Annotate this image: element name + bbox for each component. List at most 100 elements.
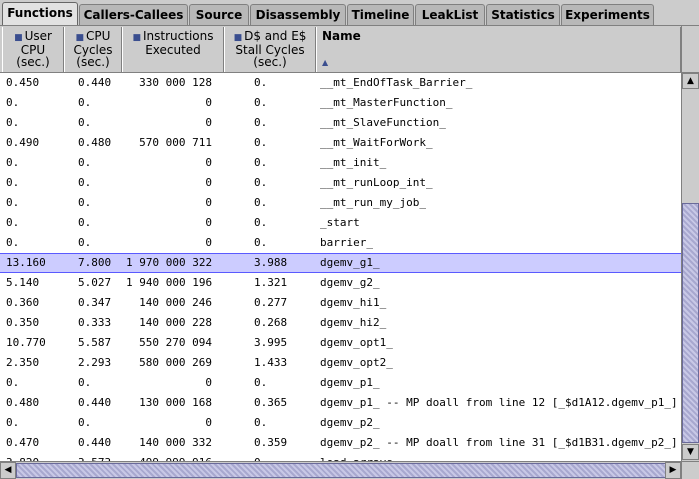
table-row[interactable]: 0. 0. 0 0. __mt_SlaveFunction_	[0, 113, 681, 133]
scroll-down-button[interactable]: ▼	[682, 444, 699, 460]
cell-instructions: 0	[205, 416, 212, 429]
cell-instructions: 140 000 332	[139, 436, 212, 449]
cell-function-name: dgemv_hi1_	[320, 296, 387, 309]
cell-function-name: __mt_MasterFunction_	[320, 96, 453, 109]
table-row[interactable]: 0.450 0.440 330 000 128 0. __mt_EndOfTask_Ba…	[0, 73, 681, 93]
cell-user-cpu: 2.350	[6, 356, 40, 369]
table-row[interactable]: 0.470 0.440 140 000 332 0.359 dgemv_p2_ -- M…	[0, 433, 681, 453]
cell-user-cpu: 0.	[6, 96, 20, 109]
table-row[interactable]: 3.820 3.573499 999 916 0. load_arrays	[0, 453, 681, 461]
tab-leaklist[interactable]: LeakList	[415, 4, 485, 26]
cell-function-name: __mt_runLoop_int_	[320, 176, 433, 189]
cell-stall-cycles: 1.321	[254, 276, 288, 289]
tab-source[interactable]: Source	[189, 4, 249, 26]
cell-stall-cycles: 0.277	[254, 296, 288, 309]
cell-stall-cycles: 0.	[254, 416, 268, 429]
metric-icon: ■	[14, 33, 23, 43]
cell-cpu-cycles: 2.293	[78, 356, 112, 369]
tab-callers-callees[interactable]: Callers-Callees	[79, 4, 188, 26]
table-row[interactable]: 5.140 5.027 1 940 000 196 1.321 dgemv_g2_	[0, 273, 681, 293]
cell-stall-cycles: 0.	[254, 196, 268, 209]
cell-stall-cycles: 0.	[254, 236, 268, 249]
selection-outline	[0, 253, 681, 273]
cell-user-cpu: 0.	[6, 216, 20, 229]
cell-instructions: 140 000 228	[139, 316, 212, 329]
header-stall-cycles[interactable]: ■ D$ and E$ Stall Cycles (sec.)	[224, 27, 316, 72]
cell-cpu-cycles: 0.	[78, 236, 92, 249]
cell-stall-cycles: 0.	[254, 136, 268, 149]
scroll-up-button[interactable]: ▲	[682, 73, 699, 89]
arrow-up-icon: ▲	[687, 76, 694, 86]
cell-instructions: 0	[205, 236, 212, 249]
table-row[interactable]: 0. 0. 0 0. __mt_init_	[0, 153, 681, 173]
table-row[interactable]: 0. 0. 0 0. __mt_runLoop_int_	[0, 173, 681, 193]
table-row[interactable]: 0.350 0.333 140 000 228 0.268 dgemv_hi2_	[0, 313, 681, 333]
tab-statistics[interactable]: Statistics	[486, 4, 560, 26]
cell-instructions: 0	[205, 376, 212, 389]
vertical-scrollbar[interactable]: ▲ ▼	[681, 73, 699, 461]
table-header: ■ User CPU (sec.) ■ CPU Cycles (sec.) ■ Ins…	[0, 26, 681, 73]
header-user-cpu[interactable]: ■ User CPU (sec.)	[2, 27, 64, 72]
cell-user-cpu: 10.770	[6, 336, 46, 349]
cell-function-name: _start	[320, 216, 360, 229]
table-row[interactable]: 0. 0. 0 0. __mt_MasterFunction_	[0, 93, 681, 113]
horizontal-scrollbar[interactable]: ◀ ▶	[0, 461, 681, 479]
cell-function-name: __mt_SlaveFunction_	[320, 116, 446, 129]
cell-cpu-cycles: 0.333	[78, 316, 112, 329]
table-row[interactable]: 0. 0. 0 0. dgemv_p1_	[0, 373, 681, 393]
scroll-left-button[interactable]: ◀	[0, 462, 16, 479]
header-instructions[interactable]: ■ Instructions Executed	[122, 27, 224, 72]
arrow-down-icon: ▼	[687, 447, 694, 457]
cell-user-cpu: 0.	[6, 176, 20, 189]
cell-stall-cycles: 0.268	[254, 316, 288, 329]
cell-instructions: 0	[205, 116, 212, 129]
header-name[interactable]: Name ▲	[316, 27, 681, 72]
cell-cpu-cycles: 0.	[78, 416, 92, 429]
sort-ascending-icon: ▲	[322, 58, 329, 67]
header-cpu-cycles[interactable]: ■ CPU Cycles (sec.)	[64, 27, 122, 72]
cell-instructions: 0	[205, 196, 212, 209]
table-row[interactable]: 0.480 0.440 130 000 168 0.365 dgemv_p1_ -- M…	[0, 393, 681, 413]
cell-instructions: 0	[205, 176, 212, 189]
arrow-left-icon: ◀	[4, 465, 12, 475]
cell-user-cpu: 0.	[6, 196, 20, 209]
tab-experiments[interactable]: Experiments	[561, 4, 654, 26]
cell-function-name: dgemv_opt1_	[320, 336, 393, 349]
cell-user-cpu: 0.	[6, 236, 20, 249]
table-row[interactable]: 0. 0. 0 0. __mt_run_my_job_	[0, 193, 681, 213]
cell-function-name: dgemv_p1_ -- MP doall from line 12 [_$d1…	[320, 396, 678, 409]
cell-instructions: 130 000 168	[139, 396, 212, 409]
table-row[interactable]: 0. 0. 0 0. dgemv_p2_	[0, 413, 681, 433]
cell-function-name: __mt_EndOfTask_Barrier_	[320, 76, 473, 89]
tab-disassembly[interactable]: Disassembly	[250, 4, 346, 26]
cell-user-cpu: 0.350	[6, 316, 40, 329]
cell-user-cpu: 0.450	[6, 76, 40, 89]
cell-instructions: 0	[205, 96, 212, 109]
tab-functions[interactable]: Functions	[2, 2, 78, 26]
table-row[interactable]: 10.770 5.587 550 270 094 3.995 dgemv_opt1_	[0, 333, 681, 353]
table-row[interactable]: 0.360 0.347 140 000 246 0.277 dgemv_hi1_	[0, 293, 681, 313]
cell-cpu-cycles: 0.347	[78, 296, 112, 309]
cell-instructions: 330 000 128	[139, 76, 212, 89]
cell-stall-cycles: 0.	[254, 453, 310, 461]
table-row[interactable]: 2.350 2.293 580 000 269 1.433 dgemv_opt2_	[0, 353, 681, 373]
cell-user-cpu: 0.	[6, 116, 20, 129]
table-row[interactable]: 0. 0. 0 0. barrier_	[0, 233, 681, 253]
cell-cpu-cycles: 0.	[78, 156, 92, 169]
tab-timeline[interactable]: Timeline	[347, 4, 414, 26]
cell-cpu-cycles: 5.587	[78, 336, 112, 349]
cell-user-cpu: 0.	[6, 156, 20, 169]
cell-stall-cycles: 0.	[254, 116, 268, 129]
horizontal-scroll-thumb[interactable]	[16, 463, 666, 478]
scroll-right-button[interactable]: ▶	[665, 462, 681, 479]
cell-cpu-cycles: 0.	[78, 116, 92, 129]
cell-function-name: __mt_init_	[320, 156, 387, 169]
table-row[interactable]: 0.490 0.480 570 000 711 0. __mt_WaitForWork_	[0, 133, 681, 153]
table-row[interactable]: 0. 0. 0 0. _start	[0, 213, 681, 233]
cell-user-cpu: 0.	[6, 416, 20, 429]
cell-stall-cycles: 0.	[254, 376, 268, 389]
cell-instructions: 570 000 711	[139, 136, 212, 149]
cell-user-cpu: 0.480	[6, 396, 40, 409]
vertical-scroll-thumb[interactable]	[682, 203, 699, 443]
cell-instructions: 550 270 094	[139, 336, 212, 349]
